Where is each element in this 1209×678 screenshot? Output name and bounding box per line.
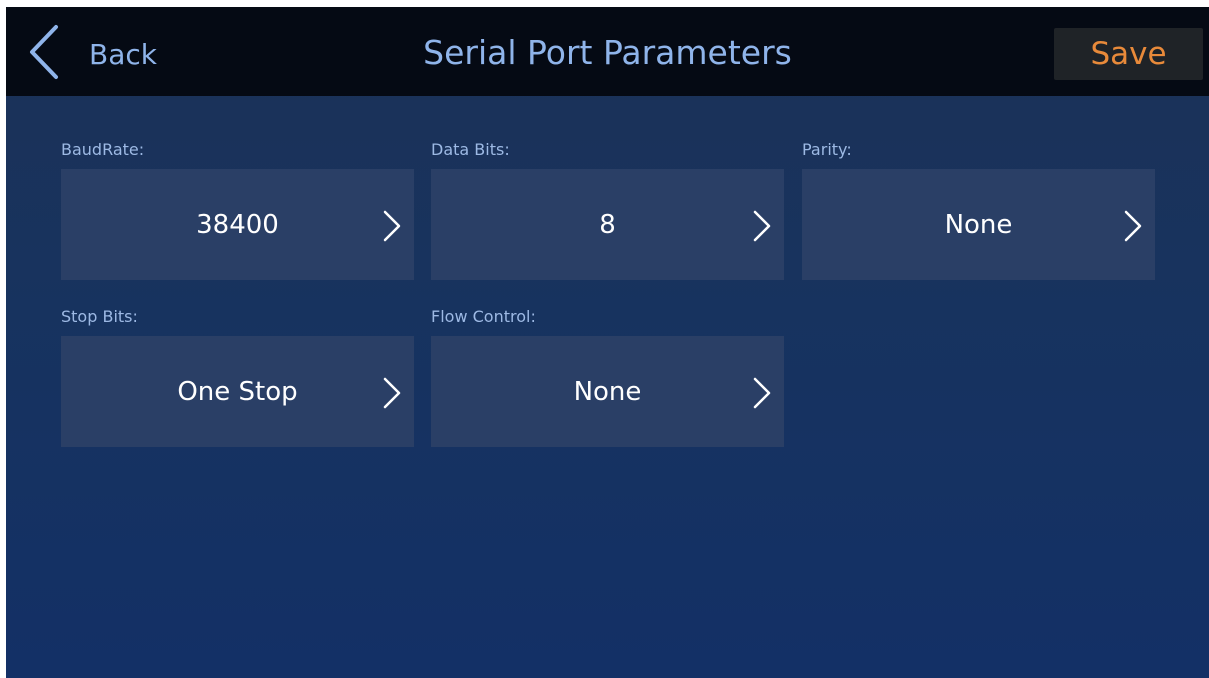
data-bits-selector[interactable]: 8 bbox=[431, 169, 784, 280]
data-bits-value: 8 bbox=[599, 209, 616, 240]
page-title: Serial Port Parameters bbox=[423, 33, 792, 72]
chevron-right-icon bbox=[753, 210, 771, 242]
baud-rate-label: BaudRate: bbox=[61, 140, 145, 159]
parity-value: None bbox=[944, 209, 1013, 240]
stop-bits-label: Stop Bits: bbox=[61, 307, 138, 326]
chevron-left-icon bbox=[26, 23, 66, 85]
baud-rate-selector[interactable]: 38400 bbox=[61, 169, 414, 280]
stop-bits-value: One Stop bbox=[177, 376, 298, 407]
screen: Back Serial Port Parameters Save BaudRat… bbox=[6, 7, 1209, 678]
save-button[interactable]: Save bbox=[1054, 28, 1203, 80]
flow-control-label: Flow Control: bbox=[431, 307, 536, 326]
top-bar: Back Serial Port Parameters Save bbox=[6, 7, 1209, 96]
chevron-right-icon bbox=[1124, 210, 1142, 242]
chevron-right-icon bbox=[383, 210, 401, 242]
flow-control-value: None bbox=[573, 376, 642, 407]
back-label: Back bbox=[89, 37, 157, 71]
data-bits-label: Data Bits: bbox=[431, 140, 510, 159]
back-button[interactable]: Back bbox=[26, 25, 176, 83]
stop-bits-selector[interactable]: One Stop bbox=[61, 336, 414, 447]
parity-label: Parity: bbox=[802, 140, 852, 159]
parity-selector[interactable]: None bbox=[802, 169, 1155, 280]
baud-rate-value: 38400 bbox=[196, 209, 279, 240]
chevron-right-icon bbox=[383, 377, 401, 409]
flow-control-selector[interactable]: None bbox=[431, 336, 784, 447]
chevron-right-icon bbox=[753, 377, 771, 409]
